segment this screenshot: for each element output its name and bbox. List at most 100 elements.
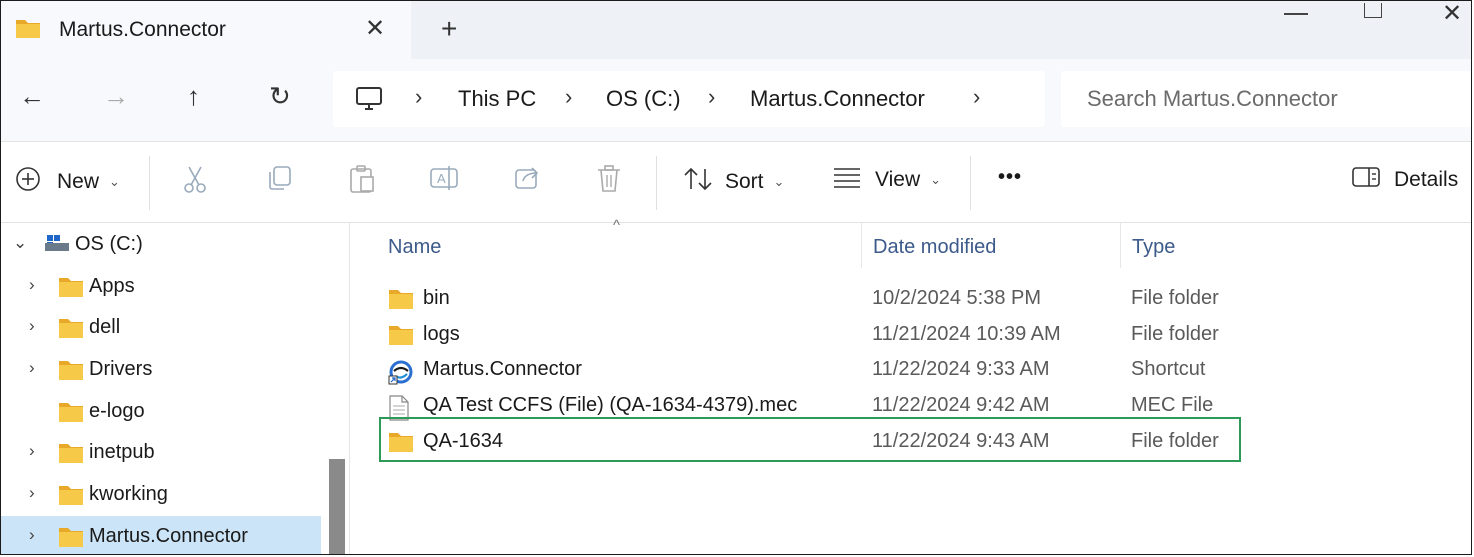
column-header-date-modified[interactable]: Date modified [873,236,996,259]
tab-title: Martus.Connector [59,18,226,41]
toolbar-divider [970,156,971,210]
column-divider[interactable] [1120,223,1121,268]
tree-item-inetpub[interactable]: › inetpub [1,434,321,472]
sort-icon [683,166,713,198]
tree-item-label: kworking [89,483,168,505]
tree-item-dell[interactable]: › dell [1,309,321,347]
search-box[interactable]: Search Martus.Connector [1061,71,1471,127]
tree-item-apps[interactable]: › Apps [1,268,321,306]
toolbar-divider [656,156,657,210]
tree-item-label: Drivers [89,358,153,380]
view-button[interactable]: View ⌄ [833,166,941,194]
view-label: View [875,168,921,191]
rename-icon[interactable]: A [429,164,459,197]
tab-martus-connector[interactable]: Martus.Connector ✕ [1,1,411,59]
close-tab-icon[interactable]: ✕ [365,14,385,43]
file-date: 11/21/2024 10:39 AM [872,323,1061,345]
maximize-icon[interactable] [1364,3,1382,18]
file-list: ^ Name Date modified Type bin 10/2/2024 … [350,217,1471,554]
file-name: logs [423,323,460,345]
tree-item-os-c[interactable]: ⌄ OS (C:) [1,226,321,264]
more-options-button[interactable]: ••• [998,166,1022,189]
folder-icon [388,324,414,351]
sidebar-scrollbar-thumb[interactable] [329,459,345,554]
chevron-right-icon[interactable]: › [29,441,35,461]
file-row-bin[interactable]: bin 10/2/2024 5:38 PM File folder [350,282,1471,318]
folder-icon [58,317,84,344]
tree-item-e-logo[interactable]: e-logo [1,393,321,431]
column-divider[interactable] [861,223,862,268]
column-header-type[interactable]: Type [1132,236,1175,259]
breadcrumb-chevron[interactable]: › [708,84,715,110]
details-pane-icon [1352,166,1380,194]
tree-item-label: Apps [89,275,135,297]
breadcrumb-chevron[interactable]: › [973,84,980,110]
computer-icon[interactable] [355,85,383,118]
minimize-icon[interactable] [1284,13,1308,15]
toolbar-divider [149,156,150,210]
sort-button[interactable]: Sort ⌄ [683,166,784,198]
copy-icon[interactable] [265,164,293,197]
chevron-right-icon[interactable]: › [29,275,35,295]
search-input[interactable]: Search Martus.Connector [1087,86,1338,112]
folder-icon [58,359,84,386]
command-bar: New ⌄ A Sort ⌄ View ⌄ ••• Details [1,141,1471,223]
folder-icon [58,401,84,428]
tree-item-martus-connector[interactable]: › Martus.Connector [1,516,321,554]
chevron-right-icon[interactable]: › [29,358,35,378]
up-button[interactable]: ↑ [187,81,200,112]
breadcrumb-chevron[interactable]: › [415,84,422,110]
svg-text:A: A [437,171,446,186]
view-list-icon [833,166,861,194]
forward-button[interactable]: → [103,81,129,112]
chevron-right-icon[interactable]: › [29,525,35,545]
drive-icon [43,233,71,260]
breadcrumb-os-c[interactable]: OS (C:) [606,86,681,112]
file-date: 11/22/2024 9:42 AM [872,394,1050,416]
tree-item-label: Martus.Connector [89,525,248,547]
breadcrumb-martus-connector[interactable]: Martus.Connector [750,86,925,112]
sort-label: Sort [725,170,764,193]
chevron-down-icon: ⌄ [109,174,120,189]
folder-icon [58,442,84,469]
delete-icon[interactable] [596,164,622,199]
close-window-icon[interactable]: ✕ [1442,1,1462,28]
paste-icon[interactable] [348,164,376,199]
details-pane-button[interactable]: Details [1352,166,1458,194]
folder-icon [58,484,84,511]
chevron-down-icon[interactable]: ⌄ [13,233,27,253]
address-bar[interactable]: › This PC › OS (C:) › Martus.Connector › [333,71,1045,127]
details-label: Details [1394,168,1459,191]
chevron-down-icon: ⌄ [930,172,942,187]
new-label: New [57,170,100,193]
back-button[interactable]: ← [19,81,45,112]
file-explorer-window: Martus.Connector ✕ + ✕ ← → ↑ ↻ › This PC… [0,0,1472,555]
folder-icon [58,526,84,553]
share-icon[interactable] [513,164,541,197]
chevron-down-icon: ⌄ [773,174,785,189]
cut-icon[interactable] [182,164,208,199]
tree-item-label: e-logo [89,400,145,422]
folder-icon [388,288,414,315]
tree-item-drivers[interactable]: › Drivers [1,351,321,389]
highlight-box [379,417,1241,462]
tree-item-label: inetpub [89,441,155,463]
tree-item-kworking[interactable]: › kworking [1,476,321,514]
shortcut-icon [388,359,414,390]
breadcrumb-chevron[interactable]: › [565,84,572,110]
new-button[interactable]: New ⌄ [15,166,120,198]
file-type: Shortcut [1131,358,1206,380]
refresh-button[interactable]: ↻ [269,81,291,112]
file-row-martus-connector-shortcut[interactable]: Martus.Connector 11/22/2024 9:33 AM Shor… [350,353,1471,390]
breadcrumb-this-pc[interactable]: This PC [458,86,536,112]
file-type: File folder [1131,287,1219,309]
new-tab-button[interactable]: + [441,13,457,45]
folder-icon [15,17,41,44]
column-header-name[interactable]: Name [388,236,441,259]
sort-indicator: ^ [613,217,621,234]
plus-circle-icon [15,166,41,198]
file-row-logs[interactable]: logs 11/21/2024 10:39 AM File folder [350,318,1471,354]
chevron-right-icon[interactable]: › [29,316,35,336]
chevron-right-icon[interactable]: › [29,483,35,503]
tree-item-label: dell [89,316,121,338]
